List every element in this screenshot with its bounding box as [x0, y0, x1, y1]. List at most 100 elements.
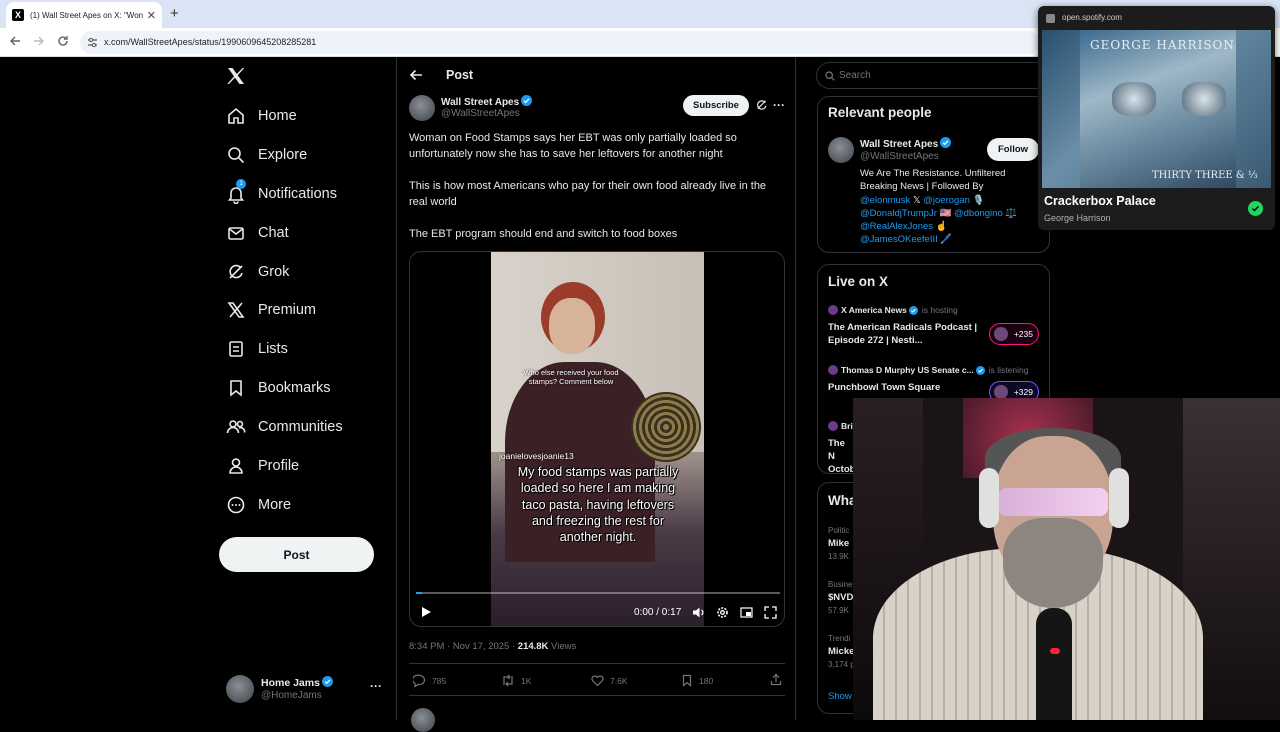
listener-avatars [994, 385, 1008, 399]
song-title: Crackerbox Palace [1044, 194, 1156, 208]
tab-close-icon[interactable]: ✕ [147, 9, 156, 22]
address-bar[interactable]: x.com/WallStreetApes/status/199060964520… [80, 31, 1040, 54]
person-name[interactable]: Wall Street Apes [860, 139, 938, 150]
mention-link[interactable]: @JamesOKeefeIII [860, 234, 938, 245]
trend-title: $NVD [828, 592, 854, 603]
grok-icon [226, 262, 246, 282]
nav-label: Grok [258, 264, 290, 280]
video-player[interactable]: Who else received your food stamps? Comm… [409, 251, 785, 627]
settings-gear-icon[interactable] [716, 606, 729, 619]
browser-tab[interactable]: X (1) Wall Street Apes on X: "Won ✕ [6, 2, 162, 28]
nav-explore[interactable]: Explore [226, 143, 307, 167]
person-handle[interactable]: @WallStreetApes [860, 151, 939, 162]
album-art: GEORGE HARRISON THIRTY THREE & ⅓ [1042, 30, 1271, 188]
like-button[interactable]: 7.6K [591, 674, 628, 687]
author-handle[interactable]: @WallStreetApes [441, 108, 520, 119]
heart-icon [591, 675, 604, 687]
space-title: The American Radicals Podcast | Episode … [828, 322, 978, 346]
person-avatar[interactable] [828, 137, 854, 163]
nav-label: Chat [258, 225, 289, 241]
search-input[interactable]: Search [816, 62, 1050, 89]
webcam-overlay [853, 398, 1280, 720]
bio-text: ⚖️ [1002, 207, 1018, 219]
artist-name: George Harrison [1044, 213, 1111, 223]
volume-icon[interactable] [692, 606, 705, 619]
search-icon [226, 145, 246, 165]
trend-item[interactable]: Politic Mike 13.9K [828, 525, 849, 562]
reply-button[interactable]: 785 [413, 674, 446, 687]
bio-text: ☝️ [933, 221, 948, 233]
nav-notifications[interactable]: 1 Notifications [226, 179, 337, 206]
mention-link[interactable]: @DonaldjTrumpJr [860, 208, 937, 219]
post-text-paragraph: Woman on Food Stamps says her EBT was on… [409, 132, 737, 160]
trend-item[interactable]: Trendi Micke 3,174 p [828, 633, 855, 670]
bookmark-button[interactable]: 180 [681, 674, 713, 687]
divider [409, 695, 785, 696]
bio-text: 🖊️ [937, 234, 953, 246]
repost-button[interactable]: 1K [501, 674, 531, 687]
video-progress-bar[interactable] [416, 592, 780, 594]
views-label: Views [548, 641, 577, 652]
author-name[interactable]: Wall Street Apes [441, 97, 519, 108]
notification-badge: 1 [236, 179, 246, 189]
subscribe-button[interactable]: Subscribe [683, 95, 749, 116]
post-text-paragraph: This is how most Americans who pay for t… [409, 180, 767, 208]
spotify-mini-player[interactable]: open.spotify.com GEORGE HARRISON THIRTY … [1038, 6, 1275, 230]
nav-lists[interactable]: Lists [226, 337, 288, 361]
mention-link[interactable]: @RealAlexJones [860, 221, 933, 232]
reload-icon[interactable] [57, 35, 69, 47]
account-switcher[interactable]: Home Jams @HomeJams ··· [226, 674, 386, 704]
person-icon [226, 456, 246, 476]
mention-link[interactable]: @dbongino [954, 208, 1003, 219]
section-title: Relevant people [828, 105, 932, 120]
nav-bookmarks[interactable]: Bookmarks [226, 376, 331, 400]
follow-button[interactable]: Follow [987, 138, 1039, 161]
show-more-link[interactable]: Show [828, 691, 852, 702]
live-space-item[interactable]: X America News is hosting The American Ra… [828, 305, 1043, 347]
forward-arrow-icon[interactable] [33, 35, 45, 47]
video-frame: Who else received your food stamps? Comm… [491, 252, 704, 626]
nav-more[interactable]: More [226, 493, 291, 517]
live-space-item[interactable]: Thomas D Murphy US Senate c... is listeni… [828, 365, 1043, 403]
account-more-icon[interactable]: ··· [370, 679, 382, 693]
saved-check-icon[interactable] [1248, 201, 1263, 216]
nav-communities[interactable]: Communities [226, 415, 343, 439]
trend-count: 13.9K [828, 552, 849, 561]
nav-label: Bookmarks [258, 380, 331, 396]
nav-grok[interactable]: Grok [226, 260, 289, 284]
author-avatar[interactable] [409, 95, 435, 121]
x-logo-icon[interactable] [226, 66, 246, 86]
play-icon[interactable] [420, 606, 432, 618]
new-tab-button[interactable]: + [170, 5, 179, 22]
section-title: Live on X [828, 274, 889, 289]
mention-link[interactable]: @elonmusk [860, 195, 910, 206]
space-title: The N Octob [828, 438, 856, 474]
spotify-favicon-icon [1046, 14, 1055, 23]
trend-category: Trendi [828, 634, 851, 643]
trend-item[interactable]: Busine $NVD 57.9K [828, 579, 853, 616]
picture-in-picture-icon[interactable] [740, 606, 753, 619]
host-avatar [828, 365, 838, 375]
tab-title: (1) Wall Street Apes on X: "Won [30, 10, 143, 20]
nav-profile[interactable]: Profile [226, 454, 299, 478]
bio-text: 𝕏 [910, 194, 924, 206]
post-more-icon[interactable]: ··· [773, 98, 785, 112]
share-icon[interactable] [770, 673, 782, 686]
mention-link[interactable]: @joerogan [923, 195, 970, 206]
bell-icon: 1 [226, 179, 246, 204]
listener-count: +235 [1013, 329, 1033, 339]
nav-home[interactable]: Home [226, 104, 297, 128]
site-settings-icon[interactable] [87, 37, 98, 48]
nav-premium[interactable]: Premium [226, 298, 316, 322]
post-button[interactable]: Post [219, 537, 374, 572]
host-name: Thomas D Murphy US Senate c... [841, 365, 974, 375]
back-arrow-icon[interactable] [9, 35, 21, 47]
more-circle-icon [226, 495, 246, 515]
album-art-text: THIRTY THREE & ⅓ [1152, 170, 1258, 181]
fullscreen-icon[interactable] [764, 606, 777, 619]
grok-icon[interactable] [756, 99, 767, 110]
back-arrow-icon[interactable] [409, 68, 423, 82]
like-count: 7.6K [610, 675, 628, 686]
nav-chat[interactable]: Chat [226, 221, 289, 245]
views-count: 214.8K [517, 641, 549, 652]
